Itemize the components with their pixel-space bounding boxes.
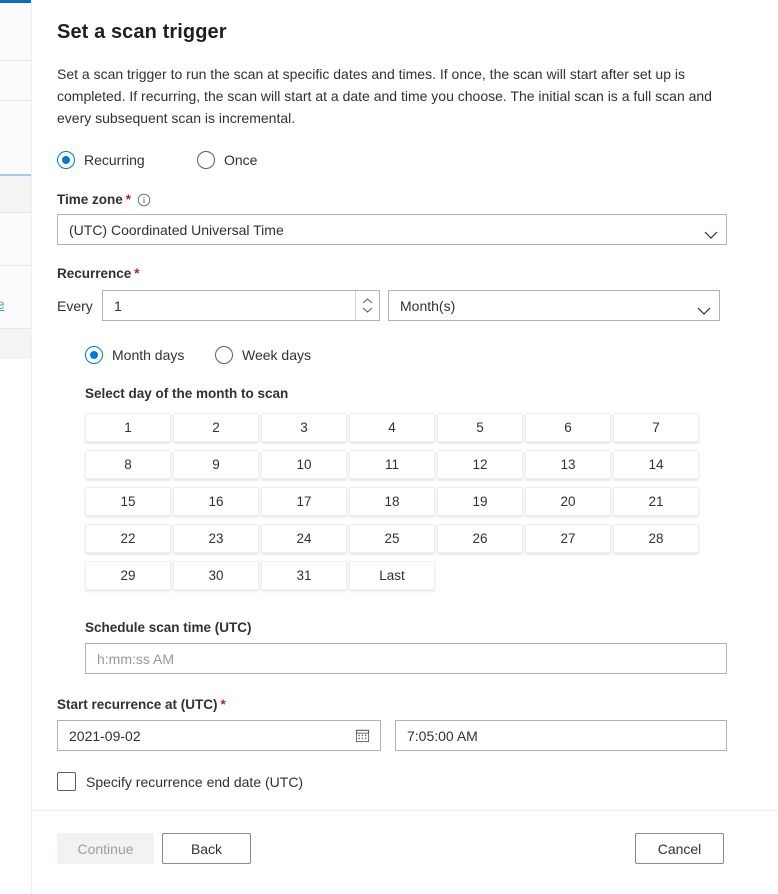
recurrence-label: Recurrence bbox=[57, 266, 132, 281]
chevron-down-icon bbox=[704, 226, 718, 239]
recurrence-unit-value: Month(s) bbox=[400, 297, 456, 314]
day-cell[interactable]: 28 bbox=[613, 524, 699, 553]
radio-indicator-week-days bbox=[215, 346, 233, 364]
start-recurrence-label: Start recurrence at (UTC) bbox=[57, 697, 218, 712]
continue-button[interactable]: Continue bbox=[57, 833, 154, 864]
day-cell[interactable]: 20 bbox=[525, 487, 611, 516]
radio-label-once: Once bbox=[224, 152, 258, 168]
day-cell[interactable]: 14 bbox=[613, 450, 699, 479]
recurrence-required-marker: * bbox=[134, 266, 140, 281]
quantity-stepper[interactable] bbox=[355, 291, 378, 320]
day-cell[interactable]: 24 bbox=[261, 524, 347, 553]
view-details-link[interactable]: w de bbox=[0, 297, 5, 312]
day-cell[interactable]: 6 bbox=[525, 413, 611, 442]
day-cell[interactable]: 12 bbox=[437, 450, 523, 479]
day-cell[interactable]: 15 bbox=[85, 487, 171, 516]
radio-option-month-days[interactable]: Month days bbox=[85, 346, 215, 364]
recurrence-interval-input[interactable]: 1 bbox=[102, 290, 380, 321]
schedule-scan-time-placeholder: h:mm:ss AM bbox=[97, 650, 175, 667]
end-date-checkbox-label: Specify recurrence end date (UTC) bbox=[86, 773, 304, 790]
day-cell[interactable]: 19 bbox=[437, 487, 523, 516]
cancel-button[interactable]: Cancel bbox=[635, 833, 724, 864]
day-cell[interactable]: 27 bbox=[525, 524, 611, 553]
day-cell[interactable]: 5 bbox=[437, 413, 523, 442]
start-recurrence-date-value: 2021-09-02 bbox=[69, 727, 141, 744]
radio-indicator-month-days bbox=[85, 346, 103, 364]
day-cell[interactable]: 7 bbox=[613, 413, 699, 442]
day-cell[interactable]: 21 bbox=[613, 487, 699, 516]
timezone-select[interactable]: (UTC) Coordinated Universal Time bbox=[57, 214, 727, 245]
day-cell[interactable]: 23 bbox=[173, 524, 259, 553]
radio-label-month-days: Month days bbox=[112, 347, 185, 363]
radio-option-once[interactable]: Once bbox=[197, 151, 257, 169]
radio-option-recurring[interactable]: Recurring bbox=[57, 151, 197, 169]
schedule-scan-time-label: Schedule scan time (UTC) bbox=[85, 620, 252, 635]
radio-indicator-recurring bbox=[57, 151, 75, 169]
background-strip-row-2 bbox=[0, 61, 31, 100]
radio-indicator-once bbox=[197, 151, 215, 169]
recurrence-label-row: Recurrence * bbox=[57, 266, 754, 281]
day-cell[interactable]: 9 bbox=[173, 450, 259, 479]
every-label: Every bbox=[57, 297, 93, 314]
day-mode-radio-group: Month days Week days bbox=[85, 346, 754, 364]
start-recurrence-date-input[interactable]: 2021-09-02 bbox=[57, 720, 381, 751]
background-strip-row-4 bbox=[0, 176, 31, 212]
day-cell[interactable]: 31 bbox=[261, 561, 347, 590]
background-strip-row-5 bbox=[0, 213, 31, 265]
radio-label-week-days: Week days bbox=[242, 347, 311, 363]
start-recurrence-time-value: 7:05:00 AM bbox=[407, 727, 478, 744]
back-button[interactable]: Back bbox=[162, 833, 251, 864]
start-recurrence-required-marker: * bbox=[220, 697, 226, 712]
day-cell[interactable]: 2 bbox=[173, 413, 259, 442]
day-cell[interactable]: 17 bbox=[261, 487, 347, 516]
day-cell[interactable]: 11 bbox=[349, 450, 435, 479]
chevron-down-icon bbox=[697, 302, 711, 315]
day-cell[interactable]: 1 bbox=[85, 413, 171, 442]
day-cell[interactable]: 29 bbox=[85, 561, 171, 590]
day-cell[interactable]: 26 bbox=[437, 524, 523, 553]
start-recurrence-label-row: Start recurrence at (UTC) * bbox=[57, 697, 754, 712]
day-cell[interactable]: 13 bbox=[525, 450, 611, 479]
info-circle-icon[interactable] bbox=[137, 193, 151, 207]
recurrence-unit-select[interactable]: Month(s) bbox=[388, 290, 720, 321]
radio-label-recurring: Recurring bbox=[84, 152, 145, 168]
trigger-mode-radio-group: Recurring Once bbox=[57, 151, 754, 169]
start-recurrence-time-input[interactable]: 7:05:00 AM bbox=[395, 720, 727, 751]
panel-description: Set a scan trigger to run the scan at sp… bbox=[57, 66, 712, 126]
panel-footer: Continue Back Cancel bbox=[32, 810, 778, 894]
panel-body: Set a scan trigger Set a scan trigger to… bbox=[32, 3, 778, 810]
recurrence-interval-value: 1 bbox=[114, 297, 122, 314]
timezone-value: (UTC) Coordinated Universal Time bbox=[69, 221, 284, 238]
background-strip-row-7 bbox=[0, 329, 31, 359]
day-cell[interactable]: 30 bbox=[173, 561, 259, 590]
day-grid: 1 2 3 4 5 6 7 8 9 10 11 12 13 14 15 16 1… bbox=[85, 413, 754, 590]
background-strip-row-3 bbox=[0, 101, 31, 174]
day-cell[interactable]: 8 bbox=[85, 450, 171, 479]
end-date-checkbox[interactable] bbox=[57, 772, 76, 791]
background-strip-row-1 bbox=[0, 3, 31, 60]
timezone-label: Time zone bbox=[57, 192, 123, 207]
day-cell[interactable]: 22 bbox=[85, 524, 171, 553]
timezone-required-marker: * bbox=[125, 192, 132, 207]
scan-trigger-panel: Set a scan trigger Set a scan trigger to… bbox=[31, 0, 778, 894]
start-recurrence-row: 2021-09-02 7:05:00 AM bbox=[57, 720, 754, 751]
day-cell[interactable]: 16 bbox=[173, 487, 259, 516]
schedule-scan-time-input[interactable]: h:mm:ss AM bbox=[85, 643, 727, 674]
day-cell[interactable]: 3 bbox=[261, 413, 347, 442]
end-date-checkbox-row[interactable]: Specify recurrence end date (UTC) bbox=[57, 772, 754, 791]
radio-option-week-days[interactable]: Week days bbox=[215, 346, 311, 364]
day-cell[interactable]: 10 bbox=[261, 450, 347, 479]
day-cell[interactable]: 18 bbox=[349, 487, 435, 516]
calendar-icon[interactable] bbox=[355, 728, 370, 743]
day-cell[interactable]: 4 bbox=[349, 413, 435, 442]
day-cell[interactable]: 25 bbox=[349, 524, 435, 553]
day-cell-last[interactable]: Last bbox=[349, 561, 435, 590]
recurrence-row: Every 1 Month(s) bbox=[57, 290, 754, 321]
timezone-label-row: Time zone * bbox=[57, 192, 754, 207]
day-picker-label: Select day of the month to scan bbox=[85, 386, 289, 401]
page-title: Set a scan trigger bbox=[57, 21, 227, 43]
